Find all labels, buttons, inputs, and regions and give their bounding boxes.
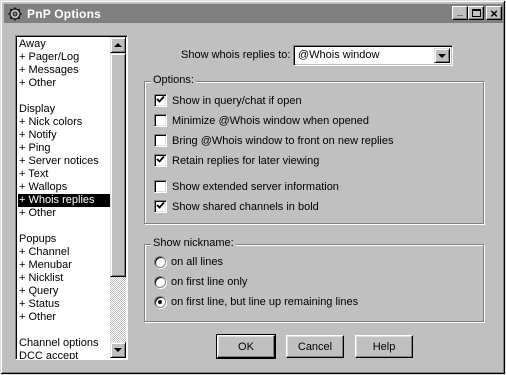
radio-dot-icon [158,300,162,304]
tree-item[interactable]: + Ping [18,142,112,155]
option-label: Show in query/chat if open [172,94,302,107]
show-whois-label-text: Show whois replies to: [181,49,291,61]
tree-item[interactable]: + Status [18,298,112,311]
checkbox[interactable] [154,180,167,193]
tree-item[interactable]: Display [18,103,112,116]
checkbox[interactable] [154,94,167,107]
arrow-up-icon [114,43,122,47]
tree-item[interactable]: + Wallops [18,181,112,194]
tree-item[interactable]: DCC accept [18,350,112,359]
nickname-option-label: on all lines [171,256,223,268]
options-tree[interactable]: Away + Pager/Log + Messages + Other Display +… [15,35,128,360]
radio-button[interactable] [154,276,166,288]
tree-item[interactable]: + Server notices [18,155,112,168]
checkmark-icon [156,95,165,107]
help-button[interactable]: Help [355,335,413,358]
tree-item[interactable]: + Notify [18,129,112,142]
option-label: Show shared channels in bold [172,200,319,213]
option-row[interactable]: Retain replies for later viewing [154,154,319,167]
tree-item[interactable]: + Channel [18,246,112,259]
nickname-option[interactable]: on first line, but line up remaining lin… [154,296,358,308]
close-button[interactable]: × [486,6,502,20]
checkbox[interactable] [154,114,167,127]
help-button-label: Help [372,340,396,353]
whois-target-value: @Whois window [298,49,380,61]
tree-item[interactable]: + Other [18,207,112,220]
tree-item[interactable]: + Menubar [18,259,112,272]
option-row[interactable]: Minimize @Whois window when opened [154,114,369,127]
option-row[interactable]: Bring @Whois window to front on new repl… [154,134,394,147]
nickname-option-label: on first line only [171,276,248,288]
radio-button[interactable] [154,256,166,268]
checkmark-icon [156,201,165,213]
minimize-button[interactable]: _ [452,6,468,20]
tree-item[interactable]: Popups [18,233,112,246]
cancel-button-label: Cancel [297,340,333,353]
ok-button[interactable]: OK [216,334,276,359]
option-label: Bring @Whois window to front on new repl… [172,134,394,147]
chevron-down-icon [438,53,446,58]
scroll-thumb[interactable] [110,53,126,277]
close-icon: × [490,5,498,21]
checkmark-icon [156,155,165,167]
maximize-button[interactable] [468,6,484,20]
window-title: PnP Options [27,6,101,21]
pnp-options-window: PnP Options _ × Away + Pager/Log + Message… [0,0,506,375]
option-row[interactable]: Show in query/chat if open [154,94,302,107]
tree-item[interactable]: + Pager/Log [18,51,112,64]
show-whois-label: Show whois replies to: [181,49,290,61]
tree-item[interactable]: + Whois replies [18,194,112,207]
nickname-group-title: Show nickname: [151,237,236,249]
tree-item[interactable]: Away [18,38,112,51]
checkbox[interactable] [154,154,167,167]
tree-items: Away + Pager/Log + Messages + Other Display +… [18,38,112,359]
scroll-down-button[interactable] [110,342,126,358]
tree-item[interactable]: + Other [18,311,112,324]
whois-target-select[interactable]: @Whois window [293,45,453,66]
option-label: Minimize @Whois window when opened [172,114,370,127]
option-row[interactable]: Show shared channels in bold [154,200,319,213]
arrow-down-icon [114,348,122,352]
nickname-option[interactable]: on all lines [154,256,223,268]
scroll-up-button[interactable] [110,37,126,53]
app-gear-icon [7,6,23,22]
title-bar[interactable]: PnP Options _ × [4,4,504,23]
option-row[interactable]: Show extended server information [154,180,339,193]
tree-item[interactable]: Channel options [18,337,112,350]
option-label: Show extended server information [172,180,339,193]
checkbox[interactable] [154,200,167,213]
nickname-option-label: on first line, but line up remaining lin… [171,296,359,308]
tree-item[interactable]: + Nicklist [18,272,112,285]
minimize-icon: _ [457,5,463,17]
cancel-button[interactable]: Cancel [286,335,344,358]
tree-item[interactable]: + Messages [18,64,112,77]
dropdown-button[interactable] [434,48,450,63]
maximize-icon [471,9,481,17]
ok-button-label: OK [238,340,254,353]
options-group-title: Options: [151,74,196,86]
nickname-option[interactable]: on first line only [154,276,247,288]
tree-item[interactable]: + Other [18,77,112,90]
checkbox[interactable] [154,134,167,147]
option-label: Retain replies for later viewing [172,154,320,167]
tree-item[interactable]: + Nick colors [18,116,112,129]
tree-scrollbar[interactable] [110,37,126,358]
radio-button[interactable] [154,296,166,308]
tree-item[interactable]: + Query [18,285,112,298]
tree-item[interactable]: + Text [18,168,112,181]
